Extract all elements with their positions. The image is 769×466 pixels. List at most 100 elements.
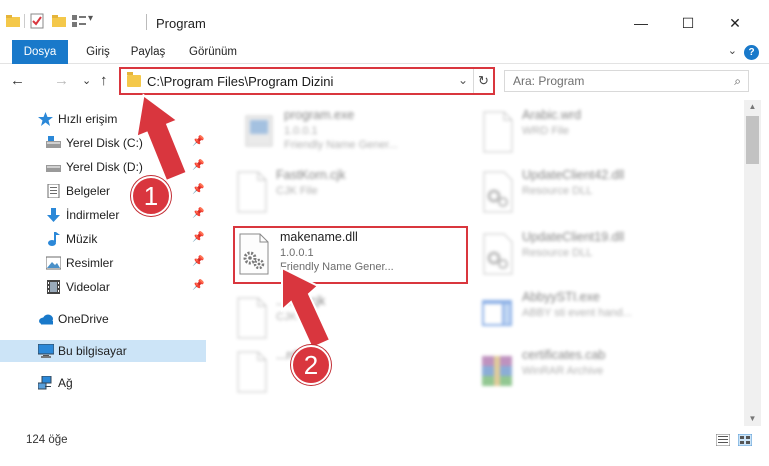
- list-item[interactable]: AbbyySTI.exe ABBY sti event hand...: [478, 288, 718, 340]
- sidebar-item-this-pc[interactable]: Bu bilgisayar: [0, 340, 206, 362]
- address-dropdown-icon[interactable]: ⌄: [458, 73, 468, 87]
- documents-icon: [47, 184, 60, 198]
- network-icon: [38, 376, 52, 390]
- file-type: Resource DLL: [522, 247, 593, 259]
- sidebar-item-onedrive[interactable]: OneDrive: [0, 308, 206, 330]
- view-options-icon[interactable]: [72, 15, 86, 27]
- list-item[interactable]: certificates.cab WinRAR Archive: [478, 346, 718, 398]
- search-box[interactable]: ⌕: [504, 70, 749, 92]
- callout-badge-2: 2: [291, 345, 331, 385]
- file-type: CJK File: [276, 185, 318, 197]
- sidebar-item-label: Resimler: [66, 256, 114, 270]
- pin-icon[interactable]: 📌: [192, 256, 204, 267]
- list-item[interactable]: program.exe 1.0.0.1 Friendly Name Gener.…: [240, 106, 480, 158]
- star-icon: [38, 112, 53, 126]
- details-view-icon[interactable]: [716, 434, 730, 446]
- ribbon-tabs: Dosya Giriş Paylaş Görünüm ⌄ ?: [0, 40, 769, 92]
- videos-icon: [47, 280, 60, 294]
- help-icon[interactable]: ?: [744, 45, 759, 60]
- sidebar-item-documents[interactable]: Belgeler 📌: [0, 180, 206, 202]
- sidebar-item-label: Müzik: [66, 232, 98, 246]
- list-item[interactable]: UpdateClient42.dll Resource DLL: [478, 166, 718, 218]
- list-item[interactable]: Arabic.wrd WRD File: [478, 106, 718, 158]
- exe-icon: [245, 115, 273, 147]
- list-item[interactable]: ...rd: [232, 346, 472, 398]
- scroll-thumb[interactable]: [746, 116, 759, 164]
- pin-icon[interactable]: 📌: [192, 136, 204, 147]
- sidebar-item-label: Ağ: [58, 376, 73, 390]
- item-count: 124 öğe: [26, 434, 68, 446]
- search-input[interactable]: [513, 73, 713, 89]
- file-icon: [483, 111, 513, 153]
- ribbon-collapse-icon[interactable]: ⌄: [728, 44, 737, 57]
- sidebar-item-label: Bu bilgisayar: [58, 344, 127, 358]
- sidebar-item-label: İndirmeler: [66, 208, 120, 222]
- maximize-button[interactable]: ☐: [665, 8, 711, 38]
- sidebar-item-network[interactable]: Ağ: [0, 372, 206, 394]
- sidebar-item-local-disk-c[interactable]: Yerel Disk (C:) 📌: [0, 132, 206, 154]
- sidebar-item-quick-access[interactable]: Hızlı erişim: [0, 108, 206, 130]
- scroll-down-icon[interactable]: ▼: [744, 412, 761, 426]
- dll-gear-icon: [483, 233, 513, 275]
- sidebar-item-downloads[interactable]: İndirmeler 📌: [0, 204, 206, 226]
- up-button[interactable]: ↑: [100, 72, 108, 89]
- archive-icon: [482, 356, 512, 386]
- file-name: FastKorn.cjk: [276, 168, 346, 182]
- file-icon: [237, 351, 267, 393]
- large-icons-view-icon[interactable]: [738, 434, 752, 446]
- scroll-up-icon[interactable]: ▲: [744, 100, 761, 114]
- file-icon: [237, 171, 267, 213]
- file-name: certificates.cab: [522, 348, 606, 362]
- folder-icon: [127, 72, 141, 87]
- sidebar-item-videos[interactable]: Videolar 📌: [0, 276, 206, 298]
- sidebar-item-label: Hızlı erişim: [58, 112, 118, 126]
- properties-icon[interactable]: [30, 13, 44, 29]
- file-type: WRD File: [522, 125, 570, 137]
- sidebar-item-pictures[interactable]: Resimler 📌: [0, 252, 206, 274]
- tab-home[interactable]: Giriş: [80, 40, 116, 64]
- file-type: CJK File: [276, 311, 318, 323]
- minimize-button[interactable]: —: [618, 8, 664, 38]
- file-type: Resource DLL: [522, 185, 593, 197]
- pin-icon[interactable]: 📌: [192, 208, 204, 219]
- refresh-button[interactable]: ↻: [473, 69, 493, 93]
- close-button[interactable]: ✕: [712, 8, 758, 38]
- file-highlight-box: [233, 226, 468, 284]
- forward-button[interactable]: →: [54, 72, 69, 89]
- tab-view[interactable]: Görünüm: [184, 40, 242, 64]
- file-type: WinRAR Archive: [522, 365, 604, 377]
- music-icon: [48, 232, 60, 246]
- tab-share[interactable]: Paylaş: [126, 40, 170, 64]
- file-name: program.exe: [284, 108, 355, 122]
- sidebar-item-local-disk-d[interactable]: Yerel Disk (D:) 📌: [0, 156, 206, 178]
- drive-icon: [46, 165, 61, 172]
- file-name: UpdateClient42.dll: [522, 168, 625, 182]
- file-name: UpdateClient19.dll: [522, 230, 625, 244]
- file-description: ABBY sti event hand...: [522, 307, 632, 319]
- pin-icon[interactable]: 📌: [192, 184, 204, 195]
- file-version: 1.0.0.1: [284, 125, 318, 137]
- pin-icon[interactable]: 📌: [192, 280, 204, 291]
- sidebar-item-label: Videolar: [66, 280, 110, 294]
- sidebar-item-label: Yerel Disk (D:): [66, 160, 143, 174]
- list-item[interactable]: ...nml.cjk CJK File: [232, 292, 472, 344]
- pictures-icon: [46, 256, 61, 270]
- list-item[interactable]: FastKorn.cjk CJK File: [232, 166, 472, 218]
- address-bar[interactable]: C:\Program Files\Program Dizini ⌄ ↻: [119, 67, 495, 95]
- pin-icon[interactable]: 📌: [192, 160, 204, 171]
- title-bar: ▾ Program — ☐ ✕: [0, 0, 769, 40]
- vertical-scrollbar[interactable]: ▲ ▼: [744, 100, 761, 426]
- address-path[interactable]: C:\Program Files\Program Dizini: [147, 74, 333, 89]
- pin-icon[interactable]: 📌: [192, 232, 204, 243]
- downloads-icon: [47, 208, 60, 222]
- back-button[interactable]: ←: [10, 72, 25, 89]
- list-item[interactable]: UpdateClient19.dll Resource DLL: [478, 228, 718, 280]
- new-folder-icon[interactable]: [52, 15, 66, 27]
- file-description: Friendly Name Gener...: [284, 139, 398, 151]
- folder-icon[interactable]: [6, 15, 20, 27]
- search-icon[interactable]: ⌕: [734, 74, 741, 89]
- drive-icon: [46, 136, 61, 148]
- sidebar-item-music[interactable]: Müzik 📌: [0, 228, 206, 250]
- recent-locations-icon[interactable]: ⌄: [82, 74, 91, 87]
- quick-access-dropdown-icon[interactable]: ▾: [88, 13, 93, 24]
